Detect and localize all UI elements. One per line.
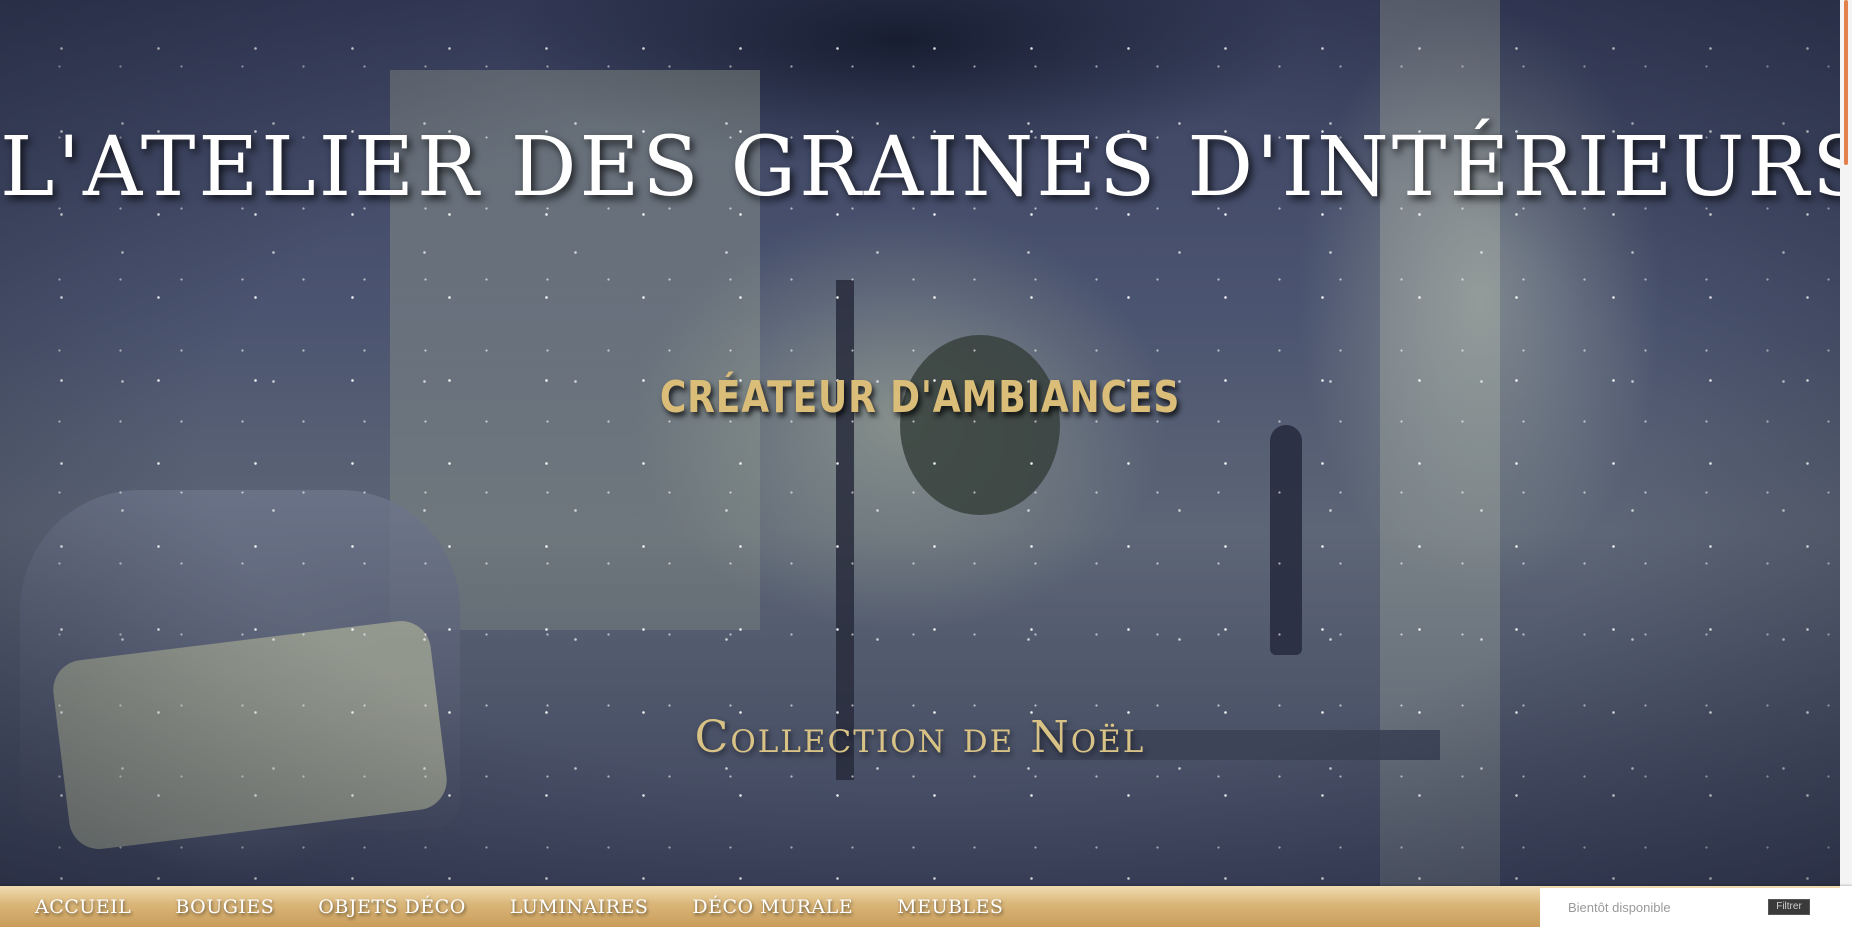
collection-heading: Collection de Noël bbox=[694, 712, 1146, 763]
nav-item-bougies[interactable]: BOUGIES bbox=[175, 896, 274, 918]
nav-item-meubles[interactable]: MEUBLES bbox=[897, 896, 1003, 918]
nav-item-objets-deco[interactable]: OBJETS DÉCO bbox=[318, 896, 465, 918]
main-navigation-bar: ACCUEIL BOUGIES OBJETS DÉCO LUMINAIRES D… bbox=[0, 886, 1852, 927]
nav-menu: ACCUEIL BOUGIES OBJETS DÉCO LUMINAIRES D… bbox=[0, 886, 1047, 927]
filter-button[interactable]: Filtrer bbox=[1768, 899, 1810, 915]
hero-banner: L'ATELIER DES GRAINES D'INTÉRIEURS CRÉAT… bbox=[0, 0, 1840, 886]
nav-item-accueil[interactable]: ACCUEIL bbox=[35, 896, 131, 918]
right-edge-strip bbox=[1840, 886, 1852, 927]
site-title: L'ATELIER DES GRAINES D'INTÉRIEURS bbox=[0, 120, 1840, 215]
scrollbar-thumb[interactable] bbox=[1844, 0, 1848, 165]
search-input[interactable] bbox=[1540, 888, 1758, 927]
page-scrollbar[interactable] bbox=[1840, 0, 1852, 886]
search-box: Filtrer bbox=[1540, 888, 1840, 927]
nav-item-deco-murale[interactable]: DÉCO MURALE bbox=[692, 896, 853, 918]
nav-item-luminaires[interactable]: LUMINAIRES bbox=[510, 896, 649, 918]
site-tagline: CRÉATEUR D'AMBIANCES bbox=[659, 372, 1181, 423]
